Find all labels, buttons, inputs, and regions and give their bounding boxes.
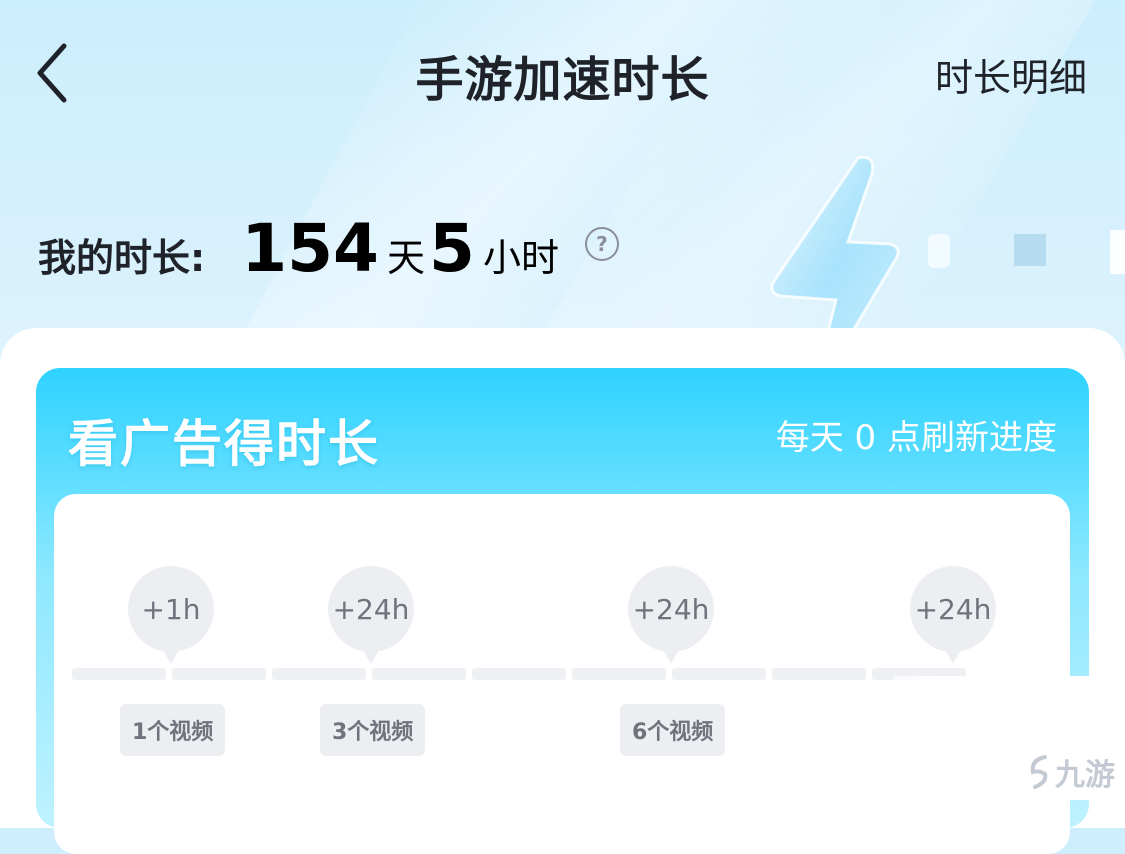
- question-circle-icon[interactable]: ?: [584, 227, 619, 261]
- progress-segment: [772, 668, 866, 680]
- reward-bubble: +24h: [910, 566, 996, 664]
- duration-days-value: 154: [241, 210, 379, 287]
- progress-segment: [572, 668, 666, 680]
- duration-label: 我的时长:: [38, 236, 206, 280]
- reward-bubble: +24h: [628, 566, 714, 664]
- my-duration: 我的时长: 154 天 5 小时 ?: [38, 210, 619, 290]
- progress-segment: [472, 668, 566, 680]
- duration-days-unit: 天: [386, 236, 425, 280]
- milestone-label: 1个视频: [120, 704, 226, 756]
- reward-bubble: +24h: [328, 566, 414, 664]
- ad-card-title: 看广告得时长: [68, 415, 380, 473]
- progress-segment: [172, 668, 266, 680]
- background-decoration: [1110, 230, 1125, 274]
- progress-segment: [272, 668, 366, 680]
- duration-hours-value: 5: [429, 210, 475, 287]
- reward-bubble: +1h: [128, 566, 214, 664]
- progress-segment: [72, 668, 166, 680]
- nine-game-logo-icon: [1030, 755, 1048, 789]
- watermark: 九游: [1025, 750, 1115, 794]
- duration-detail-link[interactable]: 时长明细: [935, 47, 1087, 102]
- progress-track: [72, 668, 982, 680]
- watermark-text: 九游: [1055, 758, 1115, 793]
- background-decoration: [1014, 234, 1046, 266]
- refresh-note: 每天 0 点刷新进度: [775, 418, 1057, 458]
- top-bar: 手游加速时长 时长明细: [0, 0, 1125, 145]
- progress-segment: [672, 668, 766, 680]
- duration-hours-unit: 小时: [482, 236, 559, 280]
- milestone-label: 3个视频: [320, 704, 426, 756]
- background-decoration: [928, 234, 950, 268]
- ad-progress-panel: +1h +24h +24h +24h 1个视频 3个视频 6个视频: [54, 494, 1070, 854]
- progress-segment: [372, 668, 466, 680]
- milestone-label: 6个视频: [620, 704, 726, 756]
